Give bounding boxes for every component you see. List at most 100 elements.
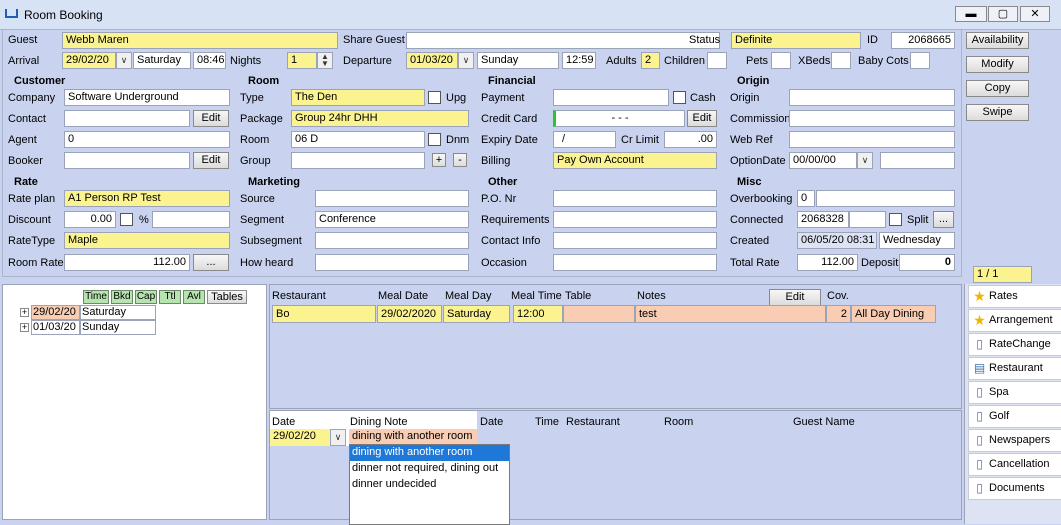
booker-field[interactable] (64, 152, 190, 169)
restaurant-cell-notes[interactable]: test (635, 305, 826, 323)
sidebar-item-spa[interactable]: ▯ Spa (968, 381, 1061, 404)
discount-pct-checkbox[interactable] (120, 213, 133, 226)
rateplan-field[interactable]: A1 Person RP Test (64, 190, 230, 207)
close-button[interactable]: ✕ (1020, 6, 1050, 22)
group-add-button[interactable]: + (432, 153, 446, 167)
connected-more-button[interactable]: ... (933, 211, 954, 228)
cash-checkbox[interactable] (673, 91, 686, 104)
tree-date[interactable]: 29/02/20 (31, 305, 80, 320)
sidebar-item-ratechange[interactable]: ▯ RateChange (968, 333, 1061, 356)
restaurant-cell-meal-date[interactable]: 29/02/2020 (377, 305, 442, 323)
share-guest-field[interactable] (406, 32, 720, 49)
departure-date-field[interactable]: 01/03/20 (406, 52, 458, 69)
restaurant-cell-restaurant[interactable]: Bo (272, 305, 376, 323)
dnm-checkbox[interactable] (428, 133, 441, 146)
sidebar-item-cancellation[interactable]: ▯ Cancellation (968, 453, 1061, 476)
room-number-field[interactable]: 06 D (291, 131, 425, 148)
expand-icon[interactable]: + (20, 308, 29, 317)
availability-button[interactable]: Availability (966, 32, 1029, 49)
company-field[interactable]: Software Underground (64, 89, 230, 106)
group-remove-button[interactable]: - (453, 153, 467, 167)
swipe-button[interactable]: Swipe (966, 104, 1029, 121)
contact-edit-button[interactable]: Edit (193, 110, 229, 127)
tree-tab[interactable]: Time (83, 290, 109, 304)
howheard-field[interactable] (315, 254, 469, 271)
minimize-button[interactable]: ▬ (955, 6, 987, 22)
payment-field[interactable] (553, 89, 669, 106)
source-field[interactable] (315, 190, 469, 207)
children-field[interactable] (707, 52, 727, 69)
contact-info-field[interactable] (553, 232, 717, 249)
modify-button[interactable]: Modify (966, 56, 1029, 73)
restaurant-cell-meal-time[interactable]: 12:00 (513, 305, 563, 323)
chevron-down-icon[interactable]: ∨ (857, 152, 873, 169)
split-checkbox[interactable] (889, 213, 902, 226)
discount-extra-field[interactable] (152, 211, 230, 228)
agent-field[interactable]: 0 (64, 131, 230, 148)
tree-tab[interactable]: Cap (135, 290, 157, 304)
webref-field[interactable] (789, 131, 955, 148)
cr-limit-field[interactable]: .00 (664, 131, 717, 148)
nights-field[interactable]: 1 (287, 52, 317, 69)
requirements-field[interactable] (553, 211, 717, 228)
pets-field[interactable] (771, 52, 791, 69)
sidebar-item-restaurant[interactable]: ▤ Restaurant (968, 357, 1061, 380)
restaurant-edit-button[interactable]: Edit (769, 289, 821, 306)
sidebar-item-newspapers[interactable]: ▯ Newspapers (968, 429, 1061, 452)
overbooking-extra-field[interactable] (816, 190, 955, 207)
roomrate-more-button[interactable]: ... (193, 254, 229, 271)
chevron-down-icon[interactable]: ∨ (330, 429, 346, 446)
ratetype-field[interactable]: Maple (64, 232, 230, 249)
connected-extra-field[interactable] (849, 211, 886, 228)
credit-card-field[interactable]: - - - (553, 110, 685, 127)
dropdown-option[interactable]: dining with another room (350, 445, 509, 461)
group-field[interactable] (291, 152, 425, 169)
tree-tab[interactable]: Ttl (159, 290, 181, 304)
upg-checkbox[interactable] (428, 91, 441, 104)
restaurant-cell-cov[interactable]: 2 (826, 305, 851, 323)
subsegment-field[interactable] (315, 232, 469, 249)
chevron-down-icon[interactable]: ∨ (116, 52, 132, 69)
maximize-button[interactable]: ▢ (988, 6, 1018, 22)
optiondate-extra-field[interactable] (880, 152, 955, 169)
sidebar-item-golf[interactable]: ▯ Golf (968, 405, 1061, 428)
origin-field[interactable] (789, 89, 955, 106)
connected-field[interactable]: 2068328 (797, 211, 849, 228)
tree-tab[interactable]: Bkd (111, 290, 133, 304)
expand-icon[interactable]: + (20, 323, 29, 332)
optiondate-field[interactable]: 00/00/00 (789, 152, 857, 169)
room-type-field[interactable]: The Den (291, 89, 425, 106)
expiry-field[interactable]: / (553, 131, 616, 148)
departure-time-field[interactable]: 12:59 (562, 52, 596, 69)
po-field[interactable] (553, 190, 717, 207)
occasion-field[interactable] (553, 254, 717, 271)
tables-button[interactable]: Tables (207, 290, 247, 304)
sidebar-item-arrangement[interactable]: ★ Arrangement (968, 309, 1061, 332)
tree-tab[interactable]: Avl (183, 290, 205, 304)
booker-edit-button[interactable]: Edit (193, 152, 229, 169)
billing-field[interactable]: Pay Own Account (553, 152, 717, 169)
guest-field[interactable]: Webb Maren (62, 32, 338, 49)
sidebar-item-documents[interactable]: ▯ Documents (968, 477, 1061, 500)
copy-button[interactable]: Copy (966, 80, 1029, 97)
nights-spinner[interactable]: ▲ ▼ (317, 52, 333, 69)
arrival-time-field[interactable]: 08:46 (193, 52, 226, 69)
overbooking-field[interactable]: 0 (797, 190, 815, 207)
dropdown-option[interactable]: dinner not required, dining out (350, 461, 509, 477)
restaurant-cell-table[interactable] (563, 305, 635, 323)
dropdown-option[interactable]: dinner undecided (350, 477, 509, 493)
credit-card-edit-button[interactable]: Edit (687, 110, 717, 127)
restaurant-cell-meal-day[interactable]: Saturday (443, 305, 510, 323)
dining-date-field[interactable]: 29/02/20 (270, 429, 330, 446)
package-field[interactable]: Group 24hr DHH (291, 110, 469, 127)
sidebar-item-rates[interactable]: ★ Rates (968, 285, 1061, 308)
arrival-date-field[interactable]: 29/02/20 (62, 52, 116, 69)
contact-field[interactable] (64, 110, 190, 127)
chevron-down-icon[interactable]: ∨ (458, 52, 474, 69)
xbeds-field[interactable] (831, 52, 851, 69)
status-field[interactable]: Definite (731, 32, 861, 49)
adults-field[interactable]: 2 (641, 52, 660, 69)
commission-field[interactable] (789, 110, 955, 127)
discount-field[interactable]: 0.00 (64, 211, 116, 228)
tree-date[interactable]: 01/03/20 (31, 320, 80, 335)
